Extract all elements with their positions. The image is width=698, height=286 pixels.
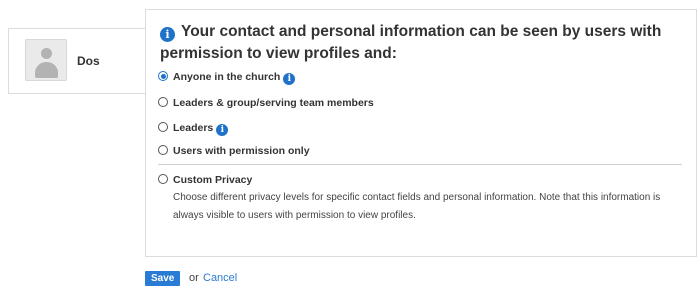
- radio-leaders-group-members[interactable]: [158, 97, 168, 107]
- radio-custom-privacy[interactable]: [158, 174, 168, 184]
- radio-anyone-in-church[interactable]: [158, 71, 168, 81]
- info-icon[interactable]: i: [216, 124, 229, 136]
- option-leaders-group-members[interactable]: Leaders & group/serving team members: [158, 96, 374, 110]
- info-icon: i: [160, 27, 175, 42]
- avatar: [25, 39, 67, 81]
- divider: [158, 164, 682, 165]
- option-label: Leaders: [173, 122, 214, 134]
- option-label: Leaders & group/serving team members: [173, 97, 374, 109]
- option-label: Users with permission only: [173, 145, 310, 157]
- option-label: Anyone in the church: [173, 71, 281, 83]
- privacy-title: i Your contact and personal information c…: [160, 21, 690, 65]
- custom-privacy-description: Choose different privacy levels for spec…: [173, 192, 661, 221]
- radio-leaders[interactable]: [158, 122, 168, 132]
- option-custom-privacy[interactable]: Custom Privacy: [158, 173, 252, 187]
- privacy-title-text: Your contact and personal information ca…: [160, 23, 662, 62]
- option-label: Custom Privacy: [173, 174, 253, 186]
- profile-card: Dos: [8, 28, 153, 94]
- option-users-with-permission[interactable]: Users with permission only: [158, 144, 310, 158]
- cancel-link[interactable]: Cancel: [203, 272, 237, 285]
- save-button[interactable]: Save: [145, 271, 181, 286]
- option-anyone-in-church[interactable]: Anyone in the church i: [158, 70, 296, 85]
- privacy-panel: i Your contact and personal information c…: [145, 9, 697, 257]
- radio-users-with-permission[interactable]: [158, 145, 168, 155]
- info-icon[interactable]: i: [283, 73, 296, 85]
- profile-name: Dos: [77, 54, 100, 68]
- or-text: or: [189, 272, 199, 284]
- option-leaders[interactable]: Leaders i: [158, 121, 229, 136]
